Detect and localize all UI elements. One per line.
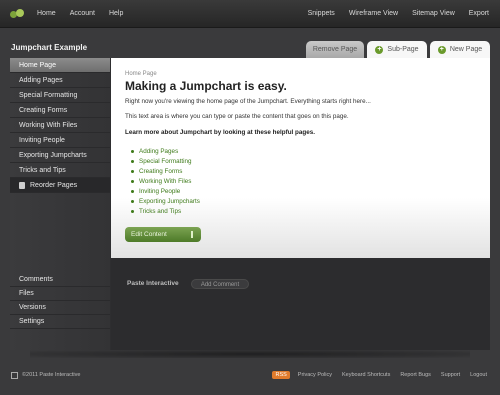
sidebar-lower-menu: Comments Files Versions Settings (10, 273, 110, 329)
learn-more-paragraph: Learn more about Jumpchart by looking at… (125, 129, 315, 136)
footer-link-logout[interactable]: Logout (465, 372, 492, 378)
sidebar-item-files[interactable]: Files (10, 287, 110, 301)
sidebar-item-special-formatting[interactable]: Special Formatting (10, 88, 110, 103)
footer-link-keyboard-shortcuts[interactable]: Keyboard Shortcuts (337, 372, 395, 378)
page-action-tabs: Remove Page + Sub-Page + New Page (306, 41, 490, 58)
footer: ©2011 Paste Interactive RSS Privacy Poli… (0, 368, 500, 382)
breadcrumb[interactable]: Home Page (125, 71, 157, 77)
nav-account-link[interactable]: Account (63, 10, 102, 17)
rss-icon[interactable]: RSS (272, 371, 290, 379)
sidebar-item-home-page[interactable]: Home Page (10, 58, 110, 73)
sidebar-item-versions[interactable]: Versions (10, 301, 110, 315)
sidebar-item-comments[interactable]: Comments (10, 273, 110, 287)
sidebar-item-settings[interactable]: Settings (10, 315, 110, 329)
nav-sitemap-view-link[interactable]: Sitemap View (405, 10, 462, 17)
reorder-icon (19, 181, 25, 189)
project-title: Jumpchart Example (11, 43, 88, 52)
remove-page-label: Remove Page (312, 46, 358, 53)
page-heading: Making a Jumpchart is easy. (125, 79, 287, 93)
footer-link-privacy-policy[interactable]: Privacy Policy (293, 372, 337, 378)
footer-link-support[interactable]: Support (436, 372, 465, 378)
page-content-area: Home Page Making a Jumpchart is easy. Ri… (111, 58, 490, 258)
reorder-pages-button[interactable]: Reorder Pages (10, 178, 110, 193)
nav-export-link[interactable]: Export (462, 10, 496, 17)
jumpchart-logo-icon[interactable] (10, 9, 24, 18)
nav-help-link[interactable]: Help (102, 10, 130, 17)
help-links-list: Adding Pages Special Formatting Creating… (131, 146, 200, 216)
plus-icon: + (375, 45, 384, 54)
help-link-working-with-files[interactable]: Working With Files (131, 176, 200, 186)
comment-author: Paste Interactive (127, 280, 179, 287)
top-nav-right: Snippets Wireframe View Sitemap View Exp… (301, 10, 496, 17)
content-paragraph: This text area is where you can type or … (125, 113, 349, 120)
help-link-inviting-people[interactable]: Inviting People (131, 186, 200, 196)
add-comment-button[interactable]: Add Comment (191, 279, 249, 289)
plus-icon: + (437, 45, 446, 54)
footer-link-report-bugs[interactable]: Report Bugs (395, 372, 436, 378)
remove-page-button[interactable]: Remove Page (306, 41, 364, 58)
sub-page-label: Sub-Page (387, 46, 419, 53)
frame-shadow (30, 350, 470, 358)
sidebar-item-working-with-files[interactable]: Working With Files (10, 118, 110, 133)
reorder-pages-label: Reorder Pages (30, 181, 78, 189)
edit-content-label: Edit Content (131, 231, 167, 238)
help-link-tricks-and-tips[interactable]: Tricks and Tips (131, 206, 200, 216)
footer-links: RSS Privacy Policy Keyboard Shortcuts Re… (272, 371, 492, 379)
nav-snippets-link[interactable]: Snippets (301, 10, 342, 17)
page-list: Home Page Adding Pages Special Formattin… (10, 58, 110, 193)
sidebar-item-exporting-jumpcharts[interactable]: Exporting Jumpcharts (10, 148, 110, 163)
cursor-bar-icon (191, 231, 193, 238)
copyright-text: ©2011 Paste Interactive (22, 372, 81, 378)
sidebar-item-adding-pages[interactable]: Adding Pages (10, 73, 110, 88)
new-page-label: New Page (449, 46, 483, 53)
sidebar-item-inviting-people[interactable]: Inviting People (10, 133, 110, 148)
comments-area: Paste Interactive Add Comment (111, 258, 490, 350)
top-navigation-bar: Home Account Help Snippets Wireframe Vie… (0, 0, 500, 28)
add-sub-page-button[interactable]: + Sub-Page (367, 41, 427, 58)
top-nav-left: Home Account Help (30, 10, 130, 17)
help-link-adding-pages[interactable]: Adding Pages (131, 146, 200, 156)
sidebar-item-creating-forms[interactable]: Creating Forms (10, 103, 110, 118)
intro-paragraph: Right now you're viewing the home page o… (125, 98, 371, 105)
edit-content-button[interactable]: Edit Content (125, 227, 201, 242)
nav-wireframe-view-link[interactable]: Wireframe View (342, 10, 405, 17)
footer-logo-icon (11, 371, 18, 379)
sidebar-item-tricks-and-tips[interactable]: Tricks and Tips (10, 163, 110, 178)
nav-home-link[interactable]: Home (30, 10, 63, 17)
help-link-special-formatting[interactable]: Special Formatting (131, 156, 200, 166)
add-new-page-button[interactable]: + New Page (430, 41, 490, 58)
help-link-creating-forms[interactable]: Creating Forms (131, 166, 200, 176)
help-link-exporting-jumpcharts[interactable]: Exporting Jumpcharts (131, 196, 200, 206)
